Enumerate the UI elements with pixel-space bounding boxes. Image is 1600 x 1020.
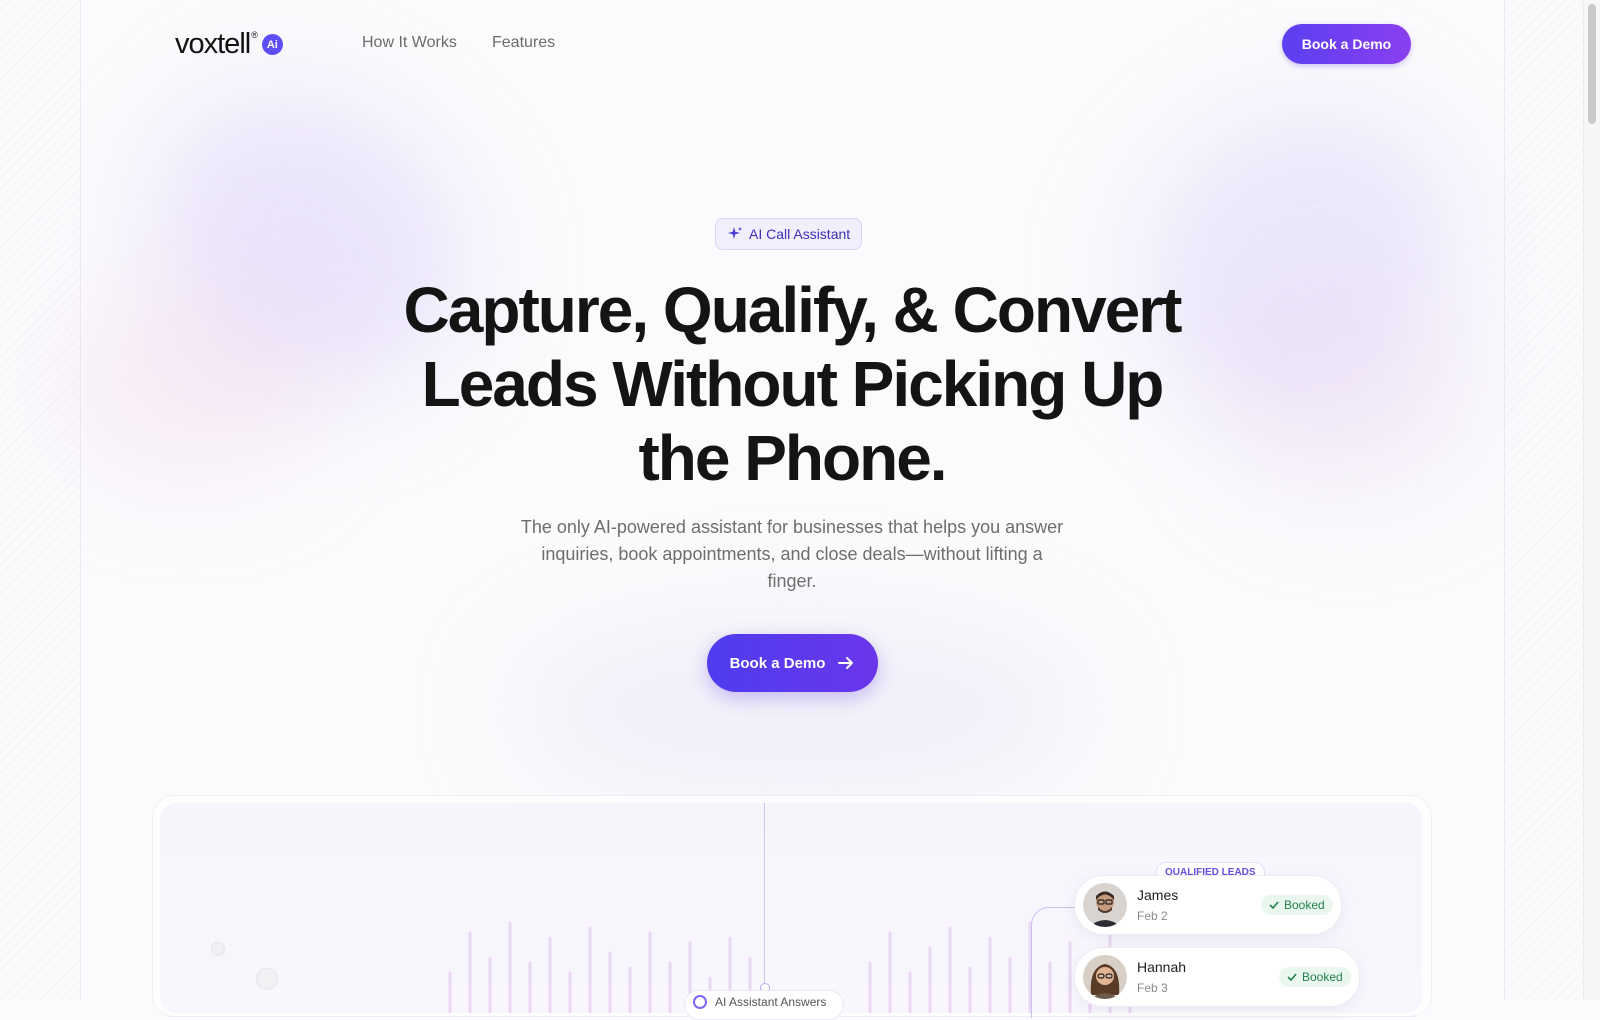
avatar (1083, 883, 1127, 927)
sparkle-icon (728, 227, 742, 239)
status-badge: Booked (1261, 895, 1333, 915)
hero-cta-label: Book a Demo (729, 654, 826, 672)
hero-badge: AI Call Assistant (715, 218, 863, 250)
arrow-right-icon (838, 657, 854, 669)
logo-wordmark: voxtell (175, 28, 251, 60)
lead-name: James (1137, 887, 1179, 903)
avatar (256, 968, 278, 990)
nav-book-demo-button[interactable]: Book a Demo (1282, 24, 1411, 64)
lead-name: Hannah (1137, 959, 1187, 975)
hero-book-demo-button[interactable]: Book a Demo (707, 634, 878, 692)
hero-subhead: The only AI-powered assistant for busine… (520, 517, 1064, 591)
avatar (1083, 955, 1127, 999)
lead-card[interactable]: James Feb 2 Booked (1074, 875, 1342, 935)
registered-mark: ® (251, 29, 258, 40)
check-icon (1269, 901, 1279, 910)
right-decor-stripe (1504, 0, 1585, 1000)
assistant-chip-label: AI Assistant Answers (715, 995, 827, 1009)
left-decor-stripe (0, 0, 81, 1000)
lead-date: Feb 2 (1137, 909, 1168, 923)
check-icon (1287, 973, 1297, 982)
lead-connector (1031, 907, 1076, 1018)
nav-link-how-it-works[interactable]: How It Works (362, 34, 457, 52)
connector-line (764, 803, 765, 989)
lead-card[interactable]: Hannah Feb 3 Booked (1074, 947, 1360, 1007)
hero-headline: Capture, Qualify, & Convert Leads Withou… (403, 274, 1183, 494)
glow (60, 280, 320, 480)
nav-link-features[interactable]: Features (492, 34, 555, 52)
ai-assistant-chip: AI Assistant Answers (684, 990, 844, 1020)
assistant-icon (693, 995, 707, 1009)
page-scrollbar[interactable] (1583, 0, 1600, 1000)
status-badge-label: Booked (1284, 898, 1325, 912)
lead-date: Feb 3 (1137, 981, 1168, 995)
status-badge: Booked (1279, 967, 1351, 987)
scrollbar-thumb[interactable] (1588, 4, 1596, 124)
avatar (211, 942, 225, 956)
logo[interactable]: voxtell ® Ai (175, 28, 283, 61)
glow (1220, 300, 1480, 500)
status-badge-label: Booked (1302, 970, 1343, 984)
ai-logo-icon: Ai (261, 34, 283, 55)
hero-badge-label: AI Call Assistant (749, 226, 851, 242)
top-nav: voxtell ® Ai How It Works Features Book … (0, 0, 1584, 88)
